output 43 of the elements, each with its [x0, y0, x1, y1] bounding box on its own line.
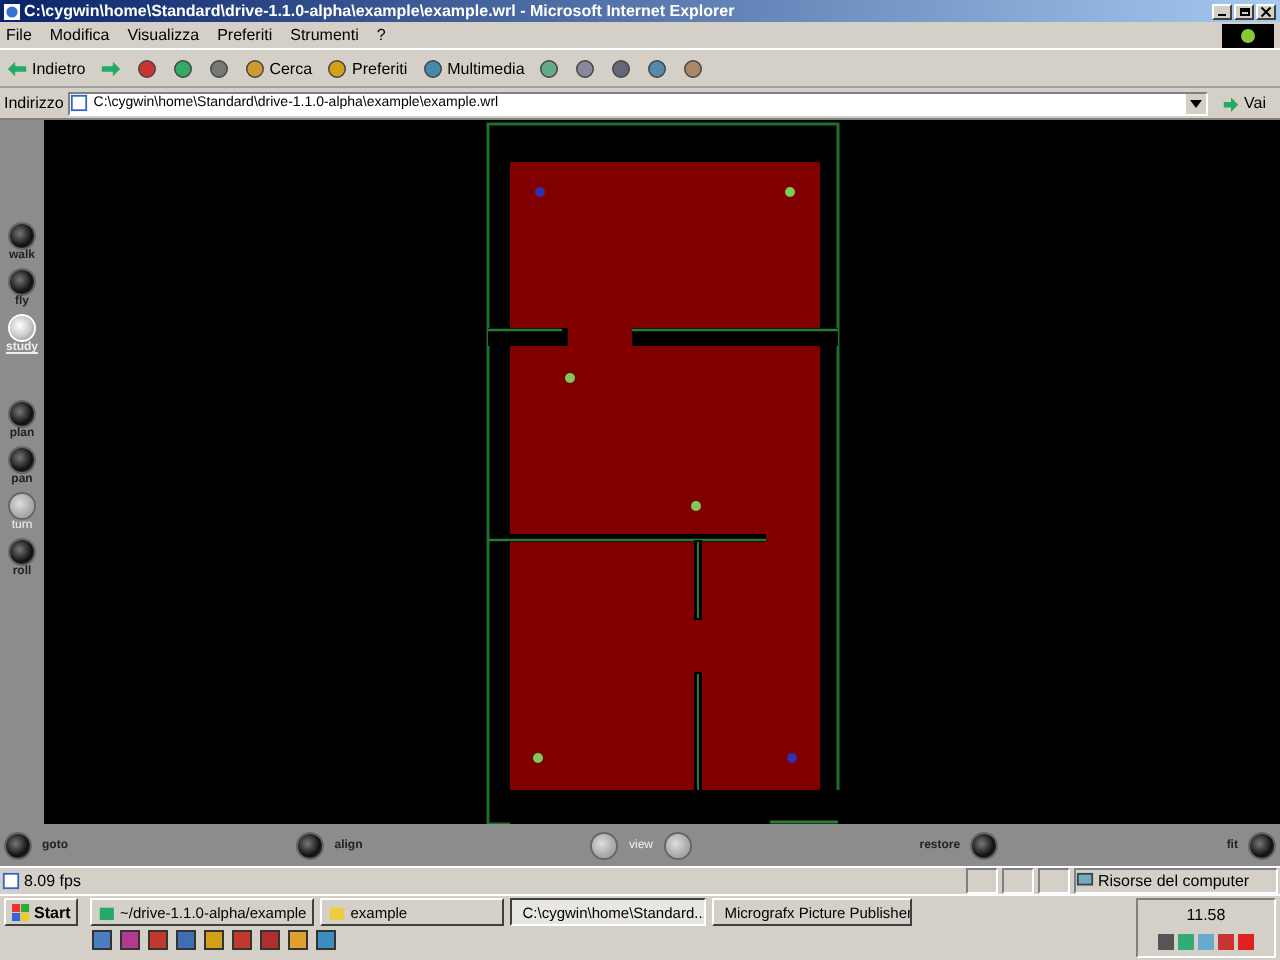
minimize-button[interactable] [1212, 3, 1232, 19]
close-button[interactable] [1256, 3, 1276, 19]
page-icon [69, 94, 88, 112]
arrow-icon [6, 57, 28, 79]
arrow-icon [99, 57, 122, 79]
toolbar-icon [538, 57, 561, 79]
maximize-button[interactable] [1234, 3, 1254, 19]
address-label: Indirizzo [4, 94, 64, 112]
window-title: C:\cygwin\home\Standard\drive-1.1.0-alpha\example\example.wrl - Microsoft Internet Explorer [24, 2, 737, 20]
menu-item[interactable]: Visualizza [127, 26, 200, 44]
toolbar-icon [207, 57, 230, 79]
toolbar-icon [574, 57, 597, 79]
start-button[interactable]: Start [4, 898, 79, 926]
status-text: 8.09 fps [2, 872, 81, 890]
dropdown-button[interactable] [1186, 93, 1206, 113]
menu-item[interactable]: Preferiti [217, 26, 273, 44]
toolbar-icon [326, 57, 349, 79]
caret-icon [1190, 99, 1202, 107]
search-button[interactable]: Cerca [241, 53, 315, 83]
computer-icon [1076, 872, 1094, 890]
toolbar-icon [646, 57, 669, 79]
page-icon [2, 872, 20, 890]
window-icon [98, 903, 117, 921]
logo-icon [1222, 23, 1274, 47]
back-button[interactable]: Indietro [4, 53, 88, 83]
toolbar-icon [135, 57, 158, 79]
go-button[interactable]: Vai [1212, 94, 1276, 112]
menu-item[interactable]: Modifica [49, 26, 110, 44]
menu-item[interactable]: Strumenti [290, 26, 359, 44]
zone-indicator: Risorse del computer [1074, 868, 1278, 894]
arrow-icon [1222, 94, 1241, 112]
windows-logo-icon [12, 903, 30, 921]
media-button[interactable]: Multimedia [419, 53, 527, 83]
toolbar-icon [610, 57, 633, 79]
menu-item[interactable]: File [6, 26, 32, 44]
menu-item[interactable]: ? [376, 26, 386, 44]
browser-icon [4, 3, 20, 19]
favorites-button[interactable]: Preferiti [324, 53, 410, 83]
toolbar-icon [682, 57, 705, 79]
clock: 11.58 [1186, 905, 1226, 924]
toolbar-icon [171, 57, 194, 79]
window-icon [328, 903, 347, 921]
toolbar-icon [421, 57, 444, 79]
